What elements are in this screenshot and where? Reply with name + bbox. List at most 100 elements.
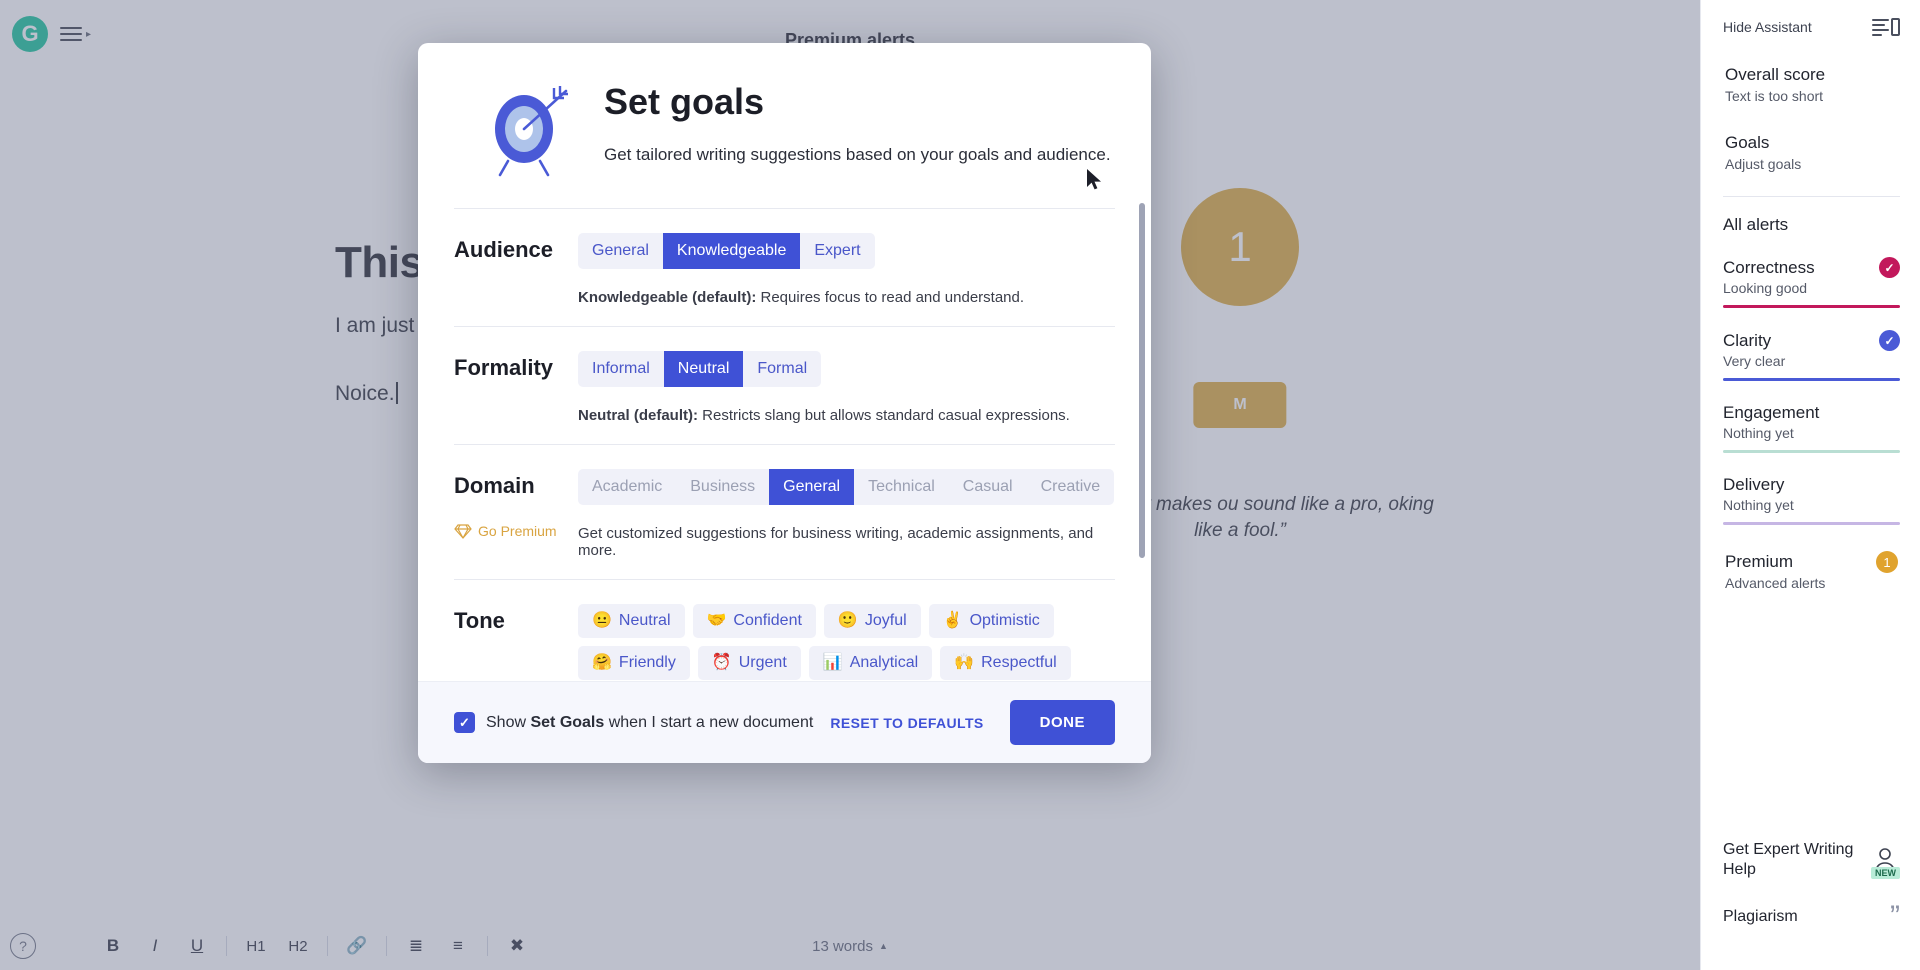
victory-hand-icon: ✌️ [942,612,963,629]
domain-option-technical[interactable]: Technical [854,469,949,505]
premium-subtitle: Advanced alerts [1725,575,1826,591]
tone-chip-label: Friendly [618,654,676,671]
assistant-sidebar: Hide Assistant Overall score Text is too… [1700,0,1920,970]
goals-subtitle: Adjust goals [1725,156,1802,172]
neutral-face-icon: 😐 [592,612,612,629]
modal-footer: ✓ Show Set Goals when I start a new docu… [418,681,1151,763]
formality-note: Neutral (default): Restricts slang but a… [578,407,1115,424]
show-set-goals-label: Show Set Goals when I start a new docume… [486,714,813,732]
formality-segmented-control: Informal Neutral Formal [578,351,822,387]
tone-chip-label: Analytical [849,654,919,671]
metric-bar [1723,450,1900,453]
sidebar-item-overall-score[interactable]: Overall score Text is too short [1723,60,1900,112]
modal-description: Get tailored writing suggestions based o… [604,145,1111,164]
tone-chip-label: Confident [733,612,802,629]
overall-score-title: Overall score [1725,65,1826,84]
bar-chart-icon: 📊 [822,654,843,671]
metric-name: Clarity [1723,330,1772,350]
tone-chip-friendly[interactable]: 🤗 Friendly [578,646,690,680]
tone-chip-neutral[interactable]: 😐 Neutral [578,604,685,638]
new-badge: NEW [1871,867,1900,879]
sidebar-item-plagiarism[interactable]: Plagiarism ” [1723,902,1900,932]
done-button[interactable]: DONE [1009,700,1115,745]
metric-bar [1723,522,1900,525]
domain-option-creative[interactable]: Creative [1027,469,1115,505]
check-icon: ✓ [1879,257,1900,278]
audience-label: Audience [454,237,554,262]
tone-chip-joyful[interactable]: 🙂 Joyful [823,604,921,638]
formality-option-neutral[interactable]: Neutral [663,351,744,387]
check-icon: ✓ [1879,330,1900,351]
audience-segmented-control: General Knowledgeable Expert [578,233,875,269]
tone-chip-label: Neutral [618,612,671,629]
go-premium-link[interactable]: Go Premium [454,523,578,539]
reset-to-defaults-button[interactable]: RESET TO DEFAULTS [830,715,983,731]
metric-delivery[interactable]: Delivery Nothing yet [1723,475,1900,525]
sidebar-bottom-links: Get Expert Writing Help NEW Plagiarism ” [1723,840,1900,954]
tone-chip-respectful[interactable]: 🙌 Respectful [940,646,1071,680]
metric-engagement[interactable]: Engagement Nothing yet [1723,403,1900,453]
formality-option-formal[interactable]: Formal [743,351,821,387]
checkbox-label-pre: Show [486,713,531,731]
formality-note-bold: Neutral (default): [578,407,698,424]
tone-chip-label: Joyful [864,612,907,629]
domain-option-business[interactable]: Business [676,469,769,505]
tone-chip-analytical[interactable]: 📊 Analytical [808,646,933,680]
quote-icon: ” [1890,900,1900,933]
gem-icon [454,523,472,539]
formality-option-informal[interactable]: Informal [578,351,664,387]
set-goals-modal: Set goals Get tailored writing suggestio… [418,43,1151,763]
audience-option-expert[interactable]: Expert [800,233,874,269]
checkbox-label-bold: Set Goals [530,713,605,731]
section-tone: Tone 😐 Neutral 🤝 Confident 🙂 Joyful ✌️ O… [454,579,1115,681]
audience-note-text: Requires focus to read and understand. [756,289,1025,306]
audience-option-knowledgeable[interactable]: Knowledgeable [662,233,801,269]
tone-chip-label: Optimistic [969,612,1040,629]
show-set-goals-checkbox-row[interactable]: ✓ Show Set Goals when I start a new docu… [454,712,813,733]
hide-assistant-label: Hide Assistant [1723,19,1812,35]
tone-chip-urgent[interactable]: ⏰ Urgent [697,646,801,680]
modal-scrollbar[interactable] [1139,203,1145,558]
audience-note-bold: Knowledgeable (default): [578,289,757,306]
plagiarism-label: Plagiarism [1723,908,1798,925]
modal-header: Set goals Get tailored writing suggestio… [454,43,1115,208]
sidebar-item-goals[interactable]: Goals Adjust goals [1723,128,1900,180]
domain-option-academic[interactable]: Academic [578,469,676,505]
alarm-clock-icon: ⏰ [711,654,732,671]
metric-status: Very clear [1723,353,1786,369]
formality-note-text: Restricts slang but allows standard casu… [698,407,1070,424]
tone-chip-group: 😐 Neutral 🤝 Confident 🙂 Joyful ✌️ Optimi… [578,604,1115,680]
modal-title: Set goals [604,81,765,122]
metric-status: Looking good [1723,280,1808,296]
hugging-face-icon: 🤗 [592,654,612,671]
tone-chip-confident[interactable]: 🤝 Confident [692,604,816,638]
section-domain: Domain Go Premium Academic Business Gene… [454,444,1115,579]
sidebar-item-expert-help[interactable]: Get Expert Writing Help NEW [1723,840,1900,880]
sidebar-item-premium[interactable]: Premium 1 Advanced alerts [1723,547,1900,599]
domain-option-general[interactable]: General [769,469,855,505]
modal-scroll-area[interactable]: Set goals Get tailored writing suggestio… [418,43,1151,681]
metric-clarity[interactable]: Clarity ✓ Very clear [1723,330,1900,381]
smiling-face-icon: 🙂 [837,612,858,629]
domain-option-casual[interactable]: Casual [949,469,1027,505]
formality-label: Formality [454,355,554,380]
audience-option-general[interactable]: General [578,233,663,269]
metric-bar [1723,305,1900,308]
show-set-goals-checkbox[interactable]: ✓ [454,712,475,733]
checkbox-label-post: when I start a new document [604,713,814,731]
metric-status: Nothing yet [1723,497,1794,513]
tone-chip-label: Respectful [981,654,1057,671]
mouse-cursor [1086,168,1104,197]
metric-correctness[interactable]: Correctness ✓ Looking good [1723,257,1900,308]
go-premium-label: Go Premium [478,523,557,539]
tone-label: Tone [454,608,505,633]
tone-chip-optimistic[interactable]: ✌️ Optimistic [928,604,1054,638]
expert-help-label: Get Expert Writing Help [1723,841,1854,878]
person-icon: NEW [1870,845,1900,879]
hide-assistant-button[interactable]: Hide Assistant [1723,18,1900,36]
domain-label: Domain [454,473,535,498]
raising-hands-icon: 🙌 [954,654,975,671]
handshake-icon: 🤝 [706,612,727,629]
sidebar-divider [1723,196,1900,197]
domain-segmented-control: Academic Business General Technical Casu… [578,469,1115,505]
